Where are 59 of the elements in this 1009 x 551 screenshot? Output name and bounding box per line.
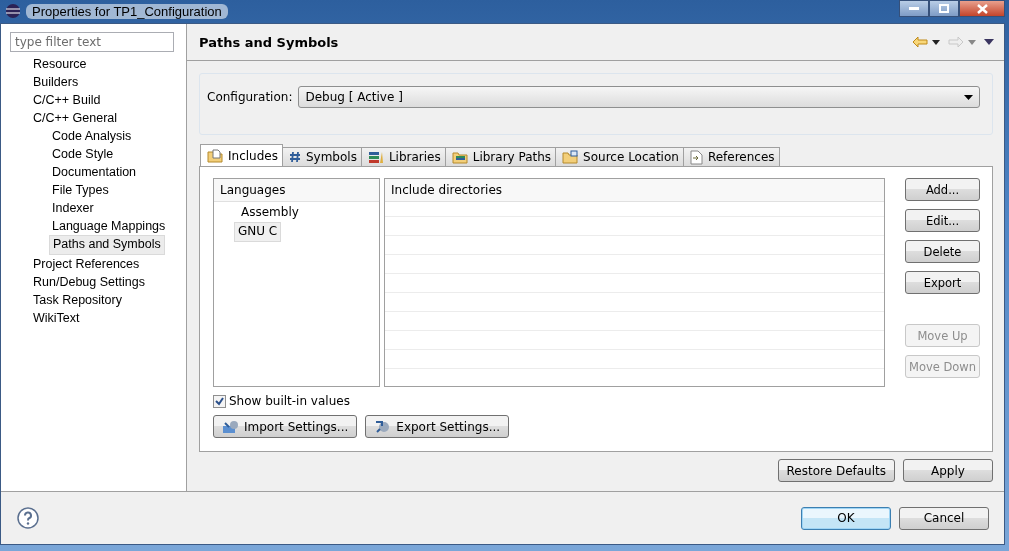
tree-item[interactable]: Language Mappings xyxy=(49,217,169,235)
checkbox-label: Show built-in values xyxy=(229,394,350,408)
tree-item[interactable]: Documentation xyxy=(49,163,140,181)
dropdown-icon xyxy=(964,94,973,100)
language-item[interactable]: GNU C xyxy=(234,222,282,242)
dialog-button[interactable]: Cancel xyxy=(899,506,989,530)
action-button[interactable]: Export xyxy=(905,271,980,294)
tab[interactable]: Source Location xyxy=(555,147,684,166)
maximize-icon xyxy=(939,4,949,13)
column-header: Languages xyxy=(214,179,379,202)
page-title: Paths and Symbols xyxy=(199,34,340,50)
tree-item[interactable]: Builders xyxy=(30,73,82,91)
tab[interactable]: Library Paths xyxy=(444,147,557,166)
tree-item[interactable]: Project References xyxy=(30,255,143,273)
minimize-button[interactable] xyxy=(899,0,929,17)
language-item[interactable]: Assembly xyxy=(238,203,302,221)
tree-item[interactable]: C/C++ General xyxy=(30,109,121,127)
tree-item[interactable]: Paths and Symbols xyxy=(49,235,165,255)
dropdown-icon[interactable] xyxy=(932,39,940,45)
menu-icon[interactable] xyxy=(984,39,994,45)
action-button[interactable]: Edit... xyxy=(905,209,980,232)
close-button[interactable] xyxy=(959,0,1005,17)
tree-item[interactable]: WikiText xyxy=(30,309,83,327)
tree-item[interactable]: Resource xyxy=(30,55,90,73)
action-button[interactable]: Add... xyxy=(905,178,980,201)
settings-button[interactable]: Import Settings... xyxy=(213,415,358,438)
checkbox[interactable] xyxy=(213,394,226,408)
books-icon xyxy=(367,150,384,164)
filter-field[interactable]: type filter text xyxy=(10,32,174,52)
column-header: Include directories xyxy=(385,179,884,202)
page-button[interactable]: Apply xyxy=(903,459,993,482)
tree-item[interactable]: File Types xyxy=(49,181,112,199)
tab[interactable]: References xyxy=(682,147,780,166)
minimize-icon xyxy=(909,6,919,11)
settings-button[interactable]: Export Settings... xyxy=(365,415,510,438)
tab[interactable]: Symbols xyxy=(281,147,362,166)
dialog-button[interactable]: OK xyxy=(801,506,891,530)
tree-item[interactable]: C/C++ Build xyxy=(30,91,104,109)
help-icon[interactable] xyxy=(17,507,39,529)
close-icon xyxy=(976,3,988,14)
tree-item[interactable]: Task Repository xyxy=(30,291,125,309)
tree-item[interactable]: Code Analysis xyxy=(49,127,135,145)
tab[interactable]: Includes xyxy=(200,144,283,166)
window-title: Properties for TP1_Configuration xyxy=(26,3,228,19)
tree-item[interactable]: Indexer xyxy=(49,199,97,217)
folder-icon xyxy=(207,148,223,163)
tab[interactable]: Libraries xyxy=(360,147,446,166)
action-button[interactable]: Delete xyxy=(905,240,980,263)
folder-icon xyxy=(451,150,468,164)
tree-item[interactable]: Run/Debug Settings xyxy=(30,273,148,291)
configuration-dropdown[interactable]: Debug [ Active ] xyxy=(298,86,980,108)
import-icon xyxy=(222,419,240,434)
hash-icon xyxy=(288,151,301,163)
app-icon xyxy=(5,3,21,19)
tree-item[interactable]: Code Style xyxy=(49,145,117,163)
maximize-button[interactable] xyxy=(929,0,959,17)
folder-icon xyxy=(562,150,579,164)
configuration-label: Configuration: xyxy=(207,90,293,104)
page-button[interactable]: Restore Defaults xyxy=(777,459,895,482)
